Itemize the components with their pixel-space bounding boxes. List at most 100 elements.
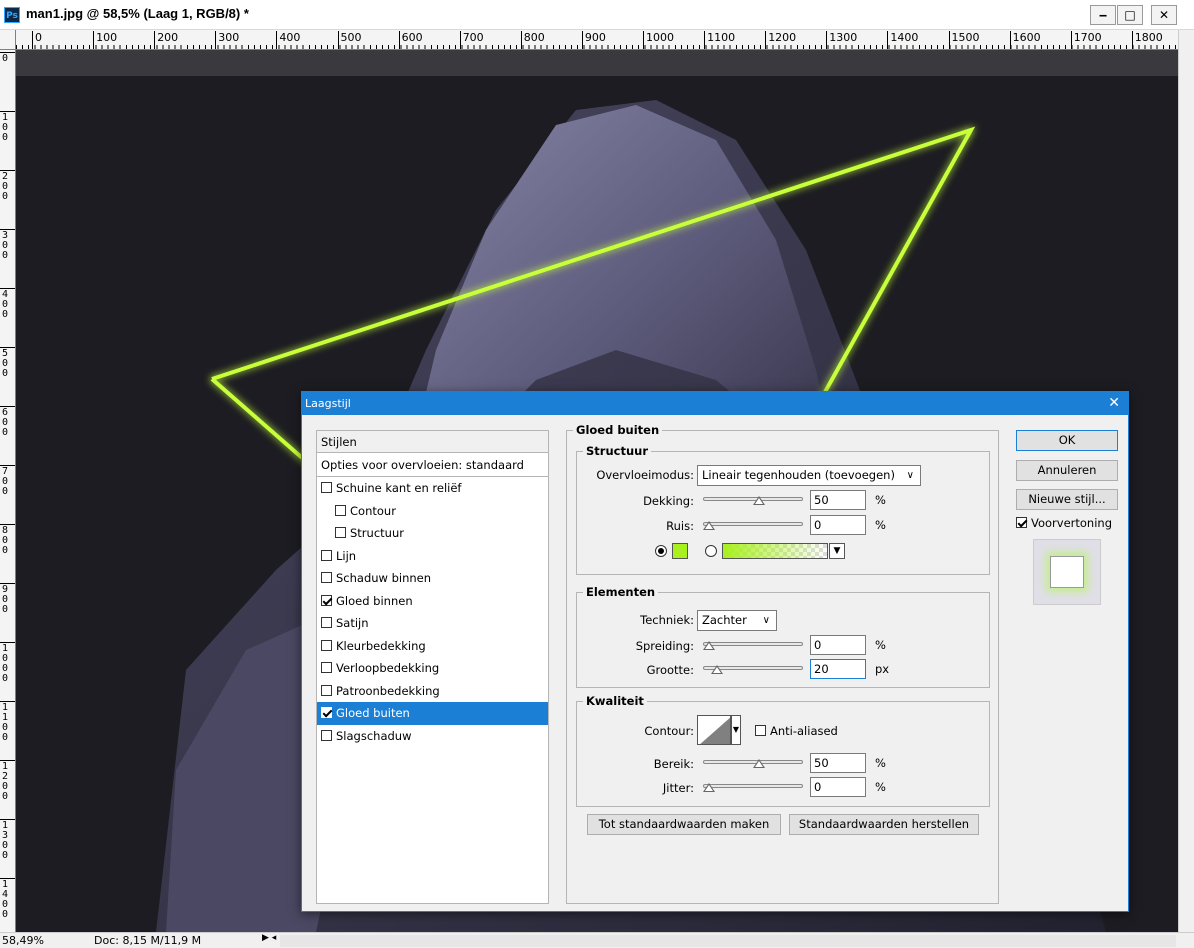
- close-icon[interactable]: ✕: [1151, 5, 1177, 25]
- style-item[interactable]: Schuine kant en reliëf: [317, 477, 548, 500]
- range-field[interactable]: 50: [810, 753, 866, 773]
- checkbox-icon[interactable]: [335, 527, 346, 538]
- opacity-slider[interactable]: [703, 494, 803, 506]
- noise-slider[interactable]: [703, 519, 803, 531]
- close-icon[interactable]: ✕: [1108, 392, 1120, 415]
- style-item-label: Structuur: [350, 526, 404, 540]
- slider-thumb[interactable]: [703, 521, 715, 530]
- style-item[interactable]: Lijn: [317, 545, 548, 568]
- ruler-label: 200: [154, 31, 178, 49]
- checkbox-icon[interactable]: [321, 662, 332, 673]
- color-radio[interactable]: [655, 545, 667, 557]
- style-item[interactable]: Gloed buiten: [317, 702, 548, 725]
- gradient-dropdown-icon[interactable]: ▼: [829, 543, 845, 559]
- glow-gradient-swatch[interactable]: [722, 543, 828, 559]
- style-item[interactable]: Slagschaduw: [317, 725, 548, 748]
- contour-label: Contour:: [644, 724, 694, 738]
- new-style-button[interactable]: Nieuwe stijl...: [1016, 489, 1118, 510]
- zoom-level[interactable]: 58,49%: [2, 934, 44, 947]
- horizontal-scrollbar[interactable]: [280, 935, 1176, 947]
- ruler-horizontal[interactable]: 0 100 200 300 400 500 600 700 800 900 1000 1100 1200…: [16, 30, 1194, 50]
- gradient-radio[interactable]: [705, 545, 717, 557]
- checkbox-icon[interactable]: [321, 572, 332, 583]
- quality-title: Kwaliteit: [583, 694, 647, 708]
- ok-button[interactable]: OK: [1016, 430, 1118, 451]
- style-item[interactable]: Kleurbedekking: [317, 635, 548, 658]
- style-item[interactable]: Satijn: [317, 612, 548, 635]
- checkbox-icon[interactable]: [321, 594, 332, 606]
- style-preview-thumbnail: [1050, 556, 1084, 588]
- checkbox-icon[interactable]: [755, 725, 766, 736]
- cancel-button[interactable]: Annuleren: [1016, 460, 1118, 481]
- ruler-label: 1500: [948, 31, 980, 49]
- ruler-label: 700: [2, 466, 9, 497]
- style-item-label: Contour: [350, 503, 396, 518]
- maximize-icon[interactable]: □: [1117, 5, 1143, 25]
- blend-mode-select[interactable]: Lineair tegenhouden (toevoegen) ∨: [697, 465, 921, 486]
- contour-picker[interactable]: [697, 715, 731, 745]
- glow-color-swatch[interactable]: [672, 543, 688, 559]
- anti-aliased-label: Anti-aliased: [770, 724, 838, 738]
- style-items: Schuine kant en reliëf Contour Structuur Li…: [317, 477, 548, 747]
- checkbox-icon[interactable]: [321, 729, 332, 741]
- style-item-label: Kleurbedekking: [336, 638, 426, 653]
- checkbox-icon[interactable]: [335, 504, 346, 516]
- checkbox-icon[interactable]: [321, 617, 332, 628]
- dialog-title: Laagstijl: [305, 397, 351, 410]
- checkbox-icon[interactable]: [321, 639, 332, 651]
- make-default-button[interactable]: Tot standaardwaarden maken: [587, 814, 781, 835]
- size-slider[interactable]: [703, 663, 803, 675]
- ruler-label: 1800: [1131, 31, 1163, 49]
- checkbox-icon[interactable]: [321, 684, 332, 696]
- blend-options-item[interactable]: Opties voor overvloeien: standaard: [317, 453, 548, 477]
- checkbox-icon[interactable]: [1016, 517, 1027, 528]
- slider-thumb[interactable]: [703, 641, 715, 650]
- style-item[interactable]: Schaduw binnen: [317, 567, 548, 590]
- document-titlebar: Ps man1.jpg @ 58,5% (Laag 1, RGB/8) * ‒ …: [0, 0, 1194, 30]
- structure-group: Structuur Overvloeimodus: Lineair tegenh…: [576, 444, 990, 575]
- minimize-icon[interactable]: ‒: [1090, 5, 1116, 25]
- style-item-label: Gloed buiten: [336, 706, 410, 720]
- jitter-field[interactable]: 0: [810, 777, 866, 797]
- preview-checkbox[interactable]: Voorvertoning: [1016, 516, 1112, 530]
- styles-list: Stijlen Opties voor overvloeien: standaa…: [316, 430, 549, 904]
- range-slider[interactable]: [703, 757, 803, 769]
- style-item[interactable]: Gloed binnen: [317, 590, 548, 613]
- style-item[interactable]: Patroonbedekking: [317, 680, 548, 703]
- styles-header[interactable]: Stijlen: [317, 431, 548, 453]
- blend-mode-label: Overvloeimodus:: [596, 468, 694, 482]
- opacity-field[interactable]: 50: [810, 490, 866, 510]
- style-item[interactable]: Structuur: [317, 522, 548, 545]
- spread-slider[interactable]: [703, 639, 803, 651]
- blend-mode-value: Lineair tegenhouden (toevoegen): [702, 468, 895, 482]
- technique-label: Techniek:: [640, 613, 694, 627]
- ruler-corner[interactable]: [0, 30, 16, 50]
- style-item[interactable]: Contour: [317, 500, 548, 523]
- size-field[interactable]: 20: [810, 659, 866, 679]
- spread-field[interactable]: 0: [810, 635, 866, 655]
- preview-label: Voorvertoning: [1031, 516, 1112, 530]
- contour-dropdown-icon[interactable]: ▼: [731, 715, 741, 745]
- anti-aliased-checkbox[interactable]: Anti-aliased: [755, 724, 838, 738]
- vertical-scrollbar[interactable]: [1178, 30, 1194, 932]
- noise-field[interactable]: 0: [810, 515, 866, 535]
- checkbox-icon[interactable]: [321, 482, 332, 493]
- jitter-slider[interactable]: [703, 781, 803, 793]
- photoshop-icon: Ps: [4, 7, 20, 23]
- ruler-label: 1300: [826, 31, 857, 49]
- style-item[interactable]: Verloopbedekking: [317, 657, 548, 680]
- elements-group: Elementen Techniek: Zachter ∨ Spreiding:…: [576, 585, 990, 688]
- slider-thumb[interactable]: [753, 496, 765, 505]
- ruler-label: 1600: [1009, 31, 1041, 49]
- reset-default-button[interactable]: Standaardwaarden herstellen: [789, 814, 979, 835]
- technique-select[interactable]: Zachter ∨: [697, 610, 777, 631]
- checkbox-icon[interactable]: [321, 549, 332, 561]
- status-menu-arrow-icon[interactable]: ▶ ◂: [262, 933, 276, 943]
- slider-thumb[interactable]: [703, 783, 715, 792]
- ruler-vertical[interactable]: 0 100 200 300 400 500 600 700 800 900 1000 1100 1200…: [0, 50, 16, 932]
- contour-preview-icon: [700, 717, 730, 744]
- dialog-titlebar[interactable]: Laagstijl ✕: [302, 392, 1128, 415]
- slider-thumb[interactable]: [711, 665, 723, 674]
- slider-thumb[interactable]: [753, 759, 765, 768]
- checkbox-icon[interactable]: [321, 707, 332, 718]
